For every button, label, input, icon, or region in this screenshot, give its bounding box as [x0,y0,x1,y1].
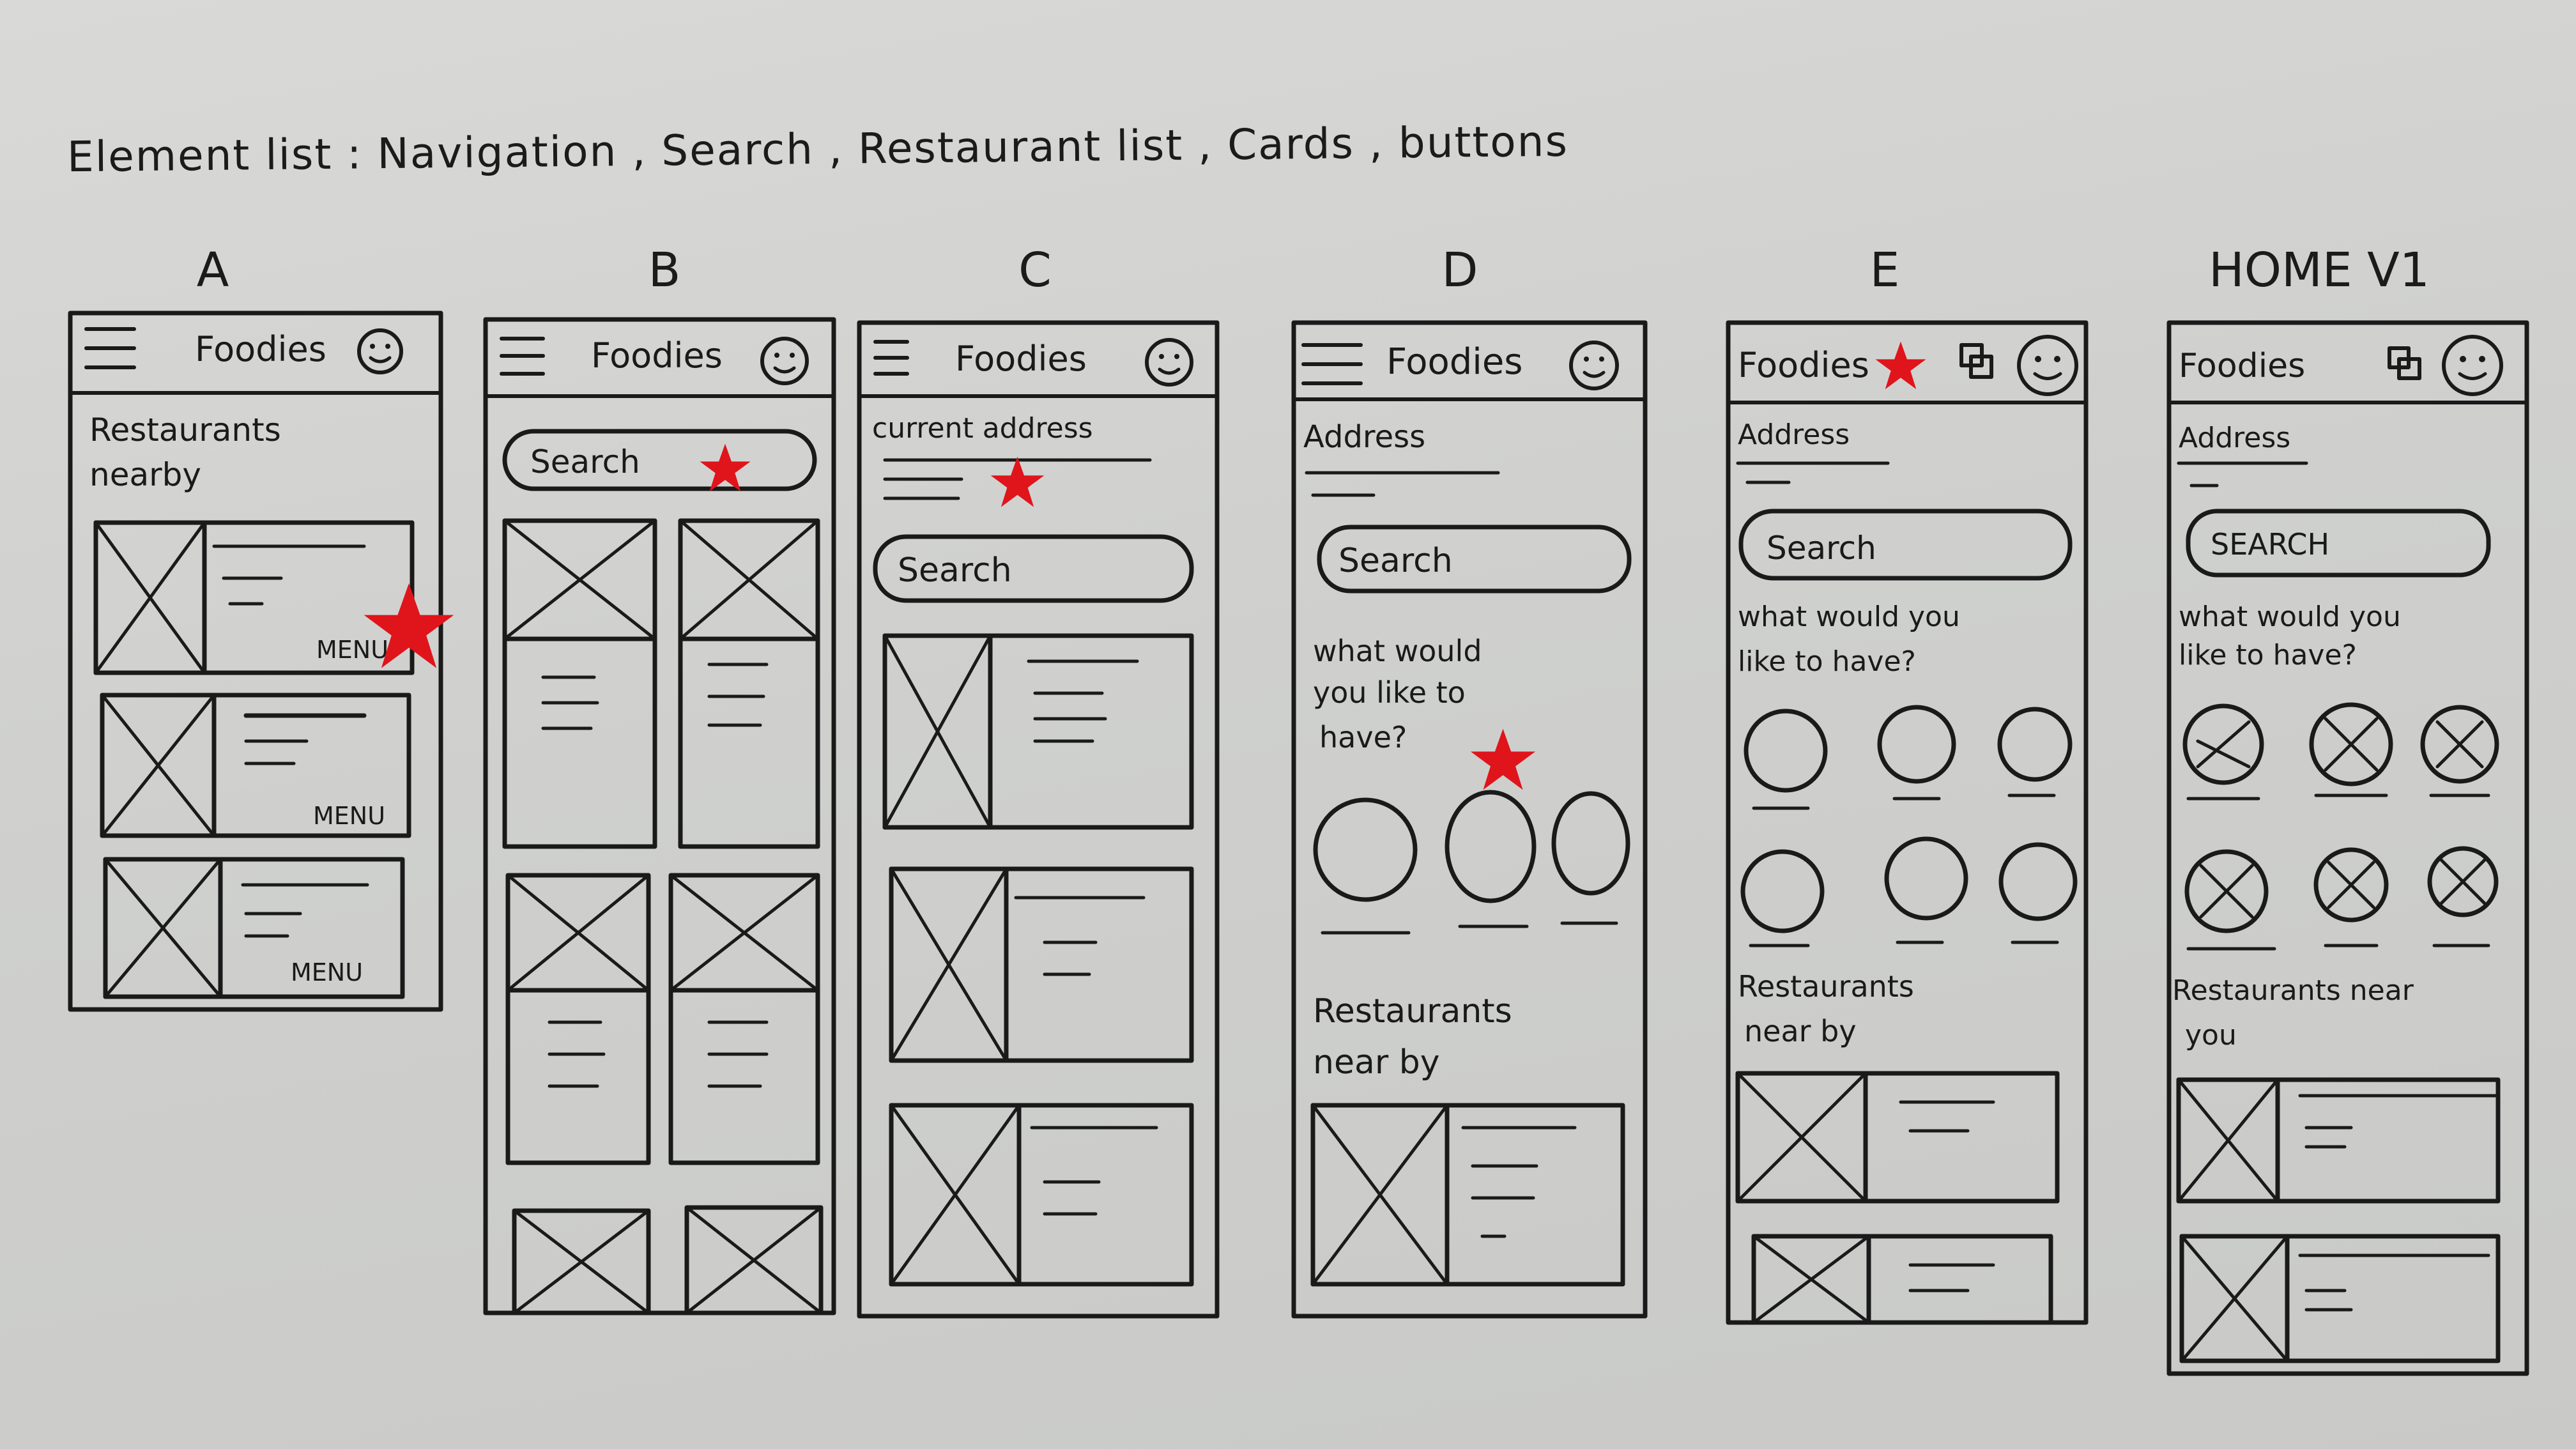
sketch-sheet: Foodies Restaurants nearby MENU MENU MEN… [68,310,2529,1376]
category-circle[interactable] [1740,849,1825,947]
category-circle[interactable] [2309,702,2393,797]
prompt-line-2: like to have? [2179,639,2357,671]
hamburger-icon[interactable] [500,337,545,376]
section-title: Restaurants [1738,969,1914,1004]
star-mark-icon [1470,728,1536,790]
category-circle[interactable] [1877,705,1956,801]
category-circle[interactable] [2313,847,2389,947]
restaurant-card[interactable] [2179,1234,2501,1363]
restaurant-card[interactable] [889,866,1194,1063]
smiley-profile-icon[interactable] [357,328,403,374]
cart-icon[interactable] [1959,343,1993,379]
category-circle[interactable] [1997,707,2073,797]
address-label[interactable]: Address [1738,418,1850,451]
app-title: Foodies [2179,347,2305,385]
restaurant-card[interactable] [889,1103,1194,1287]
search-input[interactable]: Search [1738,509,2073,581]
restaurant-card[interactable]: MENU [100,693,411,838]
svg-text:Search: Search [1767,530,1876,567]
hamburger-icon[interactable] [873,340,909,376]
section-title-2: near by [1744,1014,1857,1048]
cart-icon[interactable] [2388,346,2421,380]
app-title: Foodies [195,329,326,369]
category-circle[interactable] [1998,842,2078,944]
smiley-profile-icon[interactable] [2442,335,2503,396]
prompt-line-2: like to have? [1738,645,1916,678]
search-input[interactable]: SEARCH [2186,509,2491,578]
wireframe-a: Foodies Restaurants nearby MENU MENU MEN… [68,310,454,1012]
app-title: Foodies [591,335,723,376]
restaurant-grid-card[interactable] [678,518,820,849]
wireframe-home-v1: Foodies Address SEARCH what would you li… [2166,320,2529,1376]
star-mark-icon [700,443,751,492]
svg-text:Search: Search [898,551,1012,590]
category-circle[interactable] [2184,849,2276,951]
category-circle[interactable] [1744,709,1828,810]
wireframe-b: Foodies Search [483,317,836,1315]
app-title: Foodies [1738,345,1869,385]
menu-button[interactable]: MENU [313,802,385,830]
category-circle[interactable] [1551,791,1630,925]
svg-text:Search: Search [530,443,640,480]
wireframe-d: Foodies Address Search what would you li… [1291,320,1648,1319]
search-input[interactable]: Search [873,534,1194,603]
restaurant-grid-card[interactable] [684,1205,824,1315]
restaurant-card[interactable]: MENU [93,520,415,675]
search-input[interactable]: Search [1317,525,1632,594]
app-title: Foodies [955,339,1087,379]
category-circle[interactable] [1445,790,1537,928]
prompt-line-1: what would [1313,634,1482,668]
wireframe-c: Foodies current address Search [857,320,1220,1319]
section-title-2: nearby [89,456,201,493]
category-circle[interactable] [2182,703,2264,801]
prompt-line-2: you like to [1313,675,1466,710]
restaurant-grid-card[interactable] [512,1208,651,1315]
wireframe-e: Foodies Address Search what would you li… [1726,320,2089,1325]
app-title: Foodies [1386,341,1522,383]
menu-button[interactable]: MENU [291,958,363,986]
star-mark-icon [1875,341,1926,390]
section-title: Restaurants [1313,992,1512,1031]
section-title: Restaurants [89,411,281,448]
prompt-line-1: what would you [1738,601,1960,633]
address-label[interactable]: Address [1303,419,1425,455]
star-mark-icon [990,456,1045,507]
restaurant-card[interactable] [1751,1234,2053,1325]
smiley-profile-icon[interactable] [1569,341,1619,390]
smiley-profile-icon[interactable] [760,337,809,385]
restaurant-card[interactable] [2176,1077,2501,1204]
category-circle[interactable] [2420,705,2499,797]
restaurant-card[interactable] [882,633,1194,830]
restaurant-grid-card[interactable] [668,873,820,1165]
search-input[interactable]: Search [502,429,817,491]
category-circle[interactable] [1884,836,1968,944]
restaurant-grid-card[interactable] [502,518,657,849]
restaurant-grid-card[interactable] [505,873,651,1165]
category-circle[interactable] [2427,846,2499,947]
address-label[interactable]: Address [2179,422,2290,454]
prompt-line-1: what would you [2179,601,2401,633]
svg-text:SEARCH: SEARCH [2211,527,2329,562]
smiley-profile-icon[interactable] [1145,338,1193,387]
category-circle[interactable] [1313,797,1418,935]
section-title-2: near by [1313,1043,1440,1082]
restaurant-card[interactable] [1310,1103,1625,1287]
restaurant-card[interactable] [1735,1071,2060,1204]
address-label[interactable]: current address [872,412,1093,445]
svg-text:Search: Search [1338,542,1453,580]
smiley-profile-icon[interactable] [2017,335,2078,396]
section-title-2: you [2185,1019,2237,1052]
section-title: Restaurants near [2172,974,2414,1007]
menu-button[interactable]: MENU [316,636,388,664]
restaurant-card[interactable]: MENU [103,857,405,999]
hamburger-icon[interactable] [1301,343,1363,385]
hamburger-icon[interactable] [84,327,136,369]
prompt-line-3: have? [1319,720,1407,755]
